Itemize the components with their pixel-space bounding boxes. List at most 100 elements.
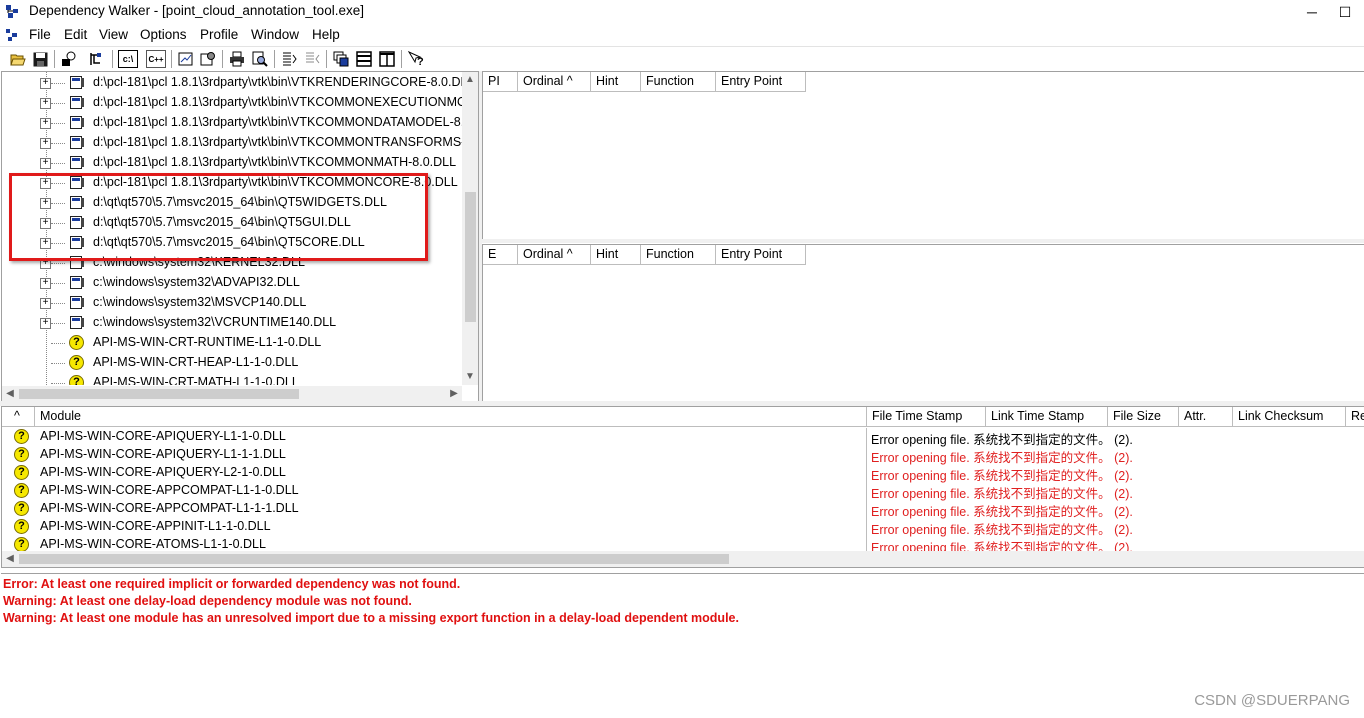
expand-all-icon[interactable] bbox=[280, 50, 298, 68]
tile-horizontal-icon[interactable] bbox=[355, 50, 373, 68]
scroll-thumb[interactable] bbox=[19, 389, 299, 399]
tree-row[interactable]: + c:\windows\system32\VCRUNTIME140.DLL bbox=[2, 313, 462, 333]
log-pane[interactable]: Error: At least one required implicit or… bbox=[1, 573, 1364, 718]
col-attr[interactable]: Attr. bbox=[1179, 407, 1233, 427]
expand-icon[interactable]: + bbox=[40, 118, 51, 129]
menu-view[interactable]: View bbox=[99, 27, 128, 42]
col-sort[interactable]: ^ bbox=[2, 407, 35, 427]
minimize-button[interactable]: ─ bbox=[1300, 2, 1324, 22]
child-window-icon[interactable] bbox=[6, 29, 19, 41]
exports-pane[interactable]: E Ordinal ^ Hint Function Entry Point bbox=[482, 244, 1364, 403]
tree-row[interactable]: ? API-MS-WIN-CRT-MATH-L1-1-0.DLL bbox=[2, 373, 462, 385]
tree-row[interactable]: + c:\windows\system32\ADVAPI32.DLL bbox=[2, 273, 462, 293]
expand-icon[interactable]: + bbox=[40, 298, 51, 309]
module-row[interactable]: ? API-MS-WIN-CORE-APPCOMPAT-L1-1-1.DLL Err… bbox=[2, 500, 1364, 519]
col-pi[interactable]: PI bbox=[483, 72, 518, 92]
col-ordinal[interactable]: Ordinal ^ bbox=[518, 245, 591, 265]
col-function[interactable]: Function bbox=[641, 72, 716, 92]
scroll-down-icon[interactable]: ▼ bbox=[462, 369, 478, 385]
tree-connector bbox=[51, 363, 65, 364]
properties-icon[interactable] bbox=[199, 50, 217, 68]
help-icon[interactable]: ? bbox=[407, 50, 425, 68]
imports-pane[interactable]: PI Ordinal ^ Hint Function Entry Point bbox=[482, 71, 1364, 241]
expand-icon[interactable]: + bbox=[40, 278, 51, 289]
scroll-thumb[interactable] bbox=[465, 192, 476, 322]
col-ordinal[interactable]: Ordinal ^ bbox=[518, 72, 591, 92]
col-hint[interactable]: Hint bbox=[591, 245, 641, 265]
expand-icon[interactable]: + bbox=[40, 98, 51, 109]
module-row[interactable]: ? API-MS-WIN-CORE-APPINIT-L1-1-0.DLL Error… bbox=[2, 518, 1364, 537]
module-icon bbox=[70, 96, 84, 109]
col-function[interactable]: Function bbox=[641, 245, 716, 265]
horizontal-splitter[interactable] bbox=[482, 239, 1364, 243]
module-row[interactable]: ? API-MS-WIN-CORE-APIQUERY-L2-1-0.DLL Erro… bbox=[2, 464, 1364, 483]
tree-row[interactable]: + d:\pcl-181\pcl 1.8.1\3rdparty\vtk\bin\V… bbox=[2, 73, 462, 93]
tree-row[interactable]: + c:\windows\system32\MSVCP140.DLL bbox=[2, 293, 462, 313]
menu-bar: File Edit View Options Profile Window He… bbox=[0, 24, 1364, 46]
module-horizontal-scrollbar[interactable]: ◀ bbox=[2, 551, 1364, 567]
menu-help[interactable]: Help bbox=[312, 27, 340, 42]
col-entry-point[interactable]: Entry Point bbox=[716, 245, 806, 265]
scroll-right-icon[interactable]: ▶ bbox=[446, 386, 462, 402]
col-module[interactable]: Module bbox=[35, 407, 867, 427]
col-file-size[interactable]: File Size bbox=[1108, 407, 1179, 427]
menu-options[interactable]: Options bbox=[140, 27, 187, 42]
expand-icon[interactable]: + bbox=[40, 318, 51, 329]
copy-icon[interactable] bbox=[60, 50, 78, 68]
tile-vertical-icon[interactable] bbox=[378, 50, 396, 68]
module-name: API-MS-WIN-CORE-APPCOMPAT-L1-1-1.DLL bbox=[40, 501, 299, 515]
module-icon bbox=[70, 156, 84, 169]
open-icon[interactable] bbox=[9, 50, 27, 68]
profile-icon[interactable] bbox=[88, 50, 106, 68]
scroll-up-icon[interactable]: ▲ bbox=[462, 72, 478, 88]
module-row[interactable]: ? API-MS-WIN-CORE-APIQUERY-L1-1-0.DLL Erro… bbox=[2, 428, 1364, 447]
col-real-checksum[interactable]: Re bbox=[1346, 407, 1364, 427]
tree-row[interactable]: ? API-MS-WIN-CRT-HEAP-L1-1-0.DLL bbox=[2, 353, 462, 373]
tree-horizontal-scrollbar[interactable]: ◀ ▶ bbox=[2, 386, 462, 402]
log-line: Warning: At least one module has an unre… bbox=[3, 611, 739, 625]
external-viewer-icon[interactable] bbox=[177, 50, 195, 68]
col-e[interactable]: E bbox=[483, 245, 518, 265]
col-hint[interactable]: Hint bbox=[591, 72, 641, 92]
expand-icon[interactable]: + bbox=[40, 138, 51, 149]
menu-profile[interactable]: Profile bbox=[200, 27, 238, 42]
module-row[interactable]: ? API-MS-WIN-CORE-APIQUERY-L1-1-1.DLL Erro… bbox=[2, 446, 1364, 465]
collapse-all-icon[interactable] bbox=[303, 50, 321, 68]
tree-row[interactable]: + d:\pcl-181\pcl 1.8.1\3rdparty\vtk\bin\V… bbox=[2, 93, 462, 113]
tree-row[interactable]: + d:\pcl-181\pcl 1.8.1\3rdparty\vtk\bin\V… bbox=[2, 133, 462, 153]
menu-edit[interactable]: Edit bbox=[64, 27, 87, 42]
tree-connector bbox=[51, 103, 65, 104]
expand-icon[interactable]: + bbox=[40, 78, 51, 89]
module-icon bbox=[70, 316, 84, 329]
scroll-left-icon[interactable]: ◀ bbox=[2, 386, 18, 402]
col-link-checksum[interactable]: Link Checksum bbox=[1233, 407, 1346, 427]
print-icon[interactable] bbox=[228, 50, 246, 68]
module-row[interactable]: ? API-MS-WIN-CORE-APPCOMPAT-L1-1-0.DLL Err… bbox=[2, 482, 1364, 501]
missing-module-icon: ? bbox=[69, 355, 84, 370]
log-line: Error: At least one required implicit or… bbox=[3, 577, 461, 591]
save-icon[interactable] bbox=[31, 50, 49, 68]
toolbar-separator bbox=[112, 50, 113, 68]
col-link-time-stamp[interactable]: Link Time Stamp bbox=[986, 407, 1108, 427]
col-entry-point[interactable]: Entry Point bbox=[716, 72, 806, 92]
tree-row[interactable]: + d:\pcl-181\pcl 1.8.1\3rdparty\vtk\bin\V… bbox=[2, 113, 462, 133]
find-icon[interactable] bbox=[251, 50, 269, 68]
tree-connector bbox=[51, 323, 65, 324]
scroll-thumb[interactable] bbox=[19, 554, 729, 564]
cascade-icon[interactable] bbox=[332, 50, 350, 68]
menu-window[interactable]: Window bbox=[251, 27, 299, 42]
menu-file[interactable]: File bbox=[29, 27, 51, 42]
module-list[interactable]: ^ Module File Time Stamp Link Time Stamp… bbox=[1, 406, 1364, 568]
missing-module-icon: ? bbox=[14, 447, 29, 462]
toolbar-separator bbox=[401, 50, 402, 68]
undecorate-icon[interactable]: C++ bbox=[146, 50, 166, 68]
tree-row[interactable]: + d:\pcl-181\pcl 1.8.1\3rdparty\vtk\bin\V… bbox=[2, 153, 462, 173]
tree-vertical-scrollbar[interactable]: ▲ ▼ bbox=[462, 72, 478, 385]
full-paths-icon[interactable]: c:\ bbox=[118, 50, 138, 68]
expand-icon[interactable]: + bbox=[40, 158, 51, 169]
col-file-time-stamp[interactable]: File Time Stamp bbox=[867, 407, 986, 427]
scroll-left-icon[interactable]: ◀ bbox=[2, 551, 18, 567]
tree-row[interactable]: ? API-MS-WIN-CRT-RUNTIME-L1-1-0.DLL bbox=[2, 333, 462, 353]
maximize-button[interactable]: ☐ bbox=[1333, 2, 1357, 22]
title-bar: Dependency Walker - [point_cloud_annotat… bbox=[0, 0, 1364, 24]
